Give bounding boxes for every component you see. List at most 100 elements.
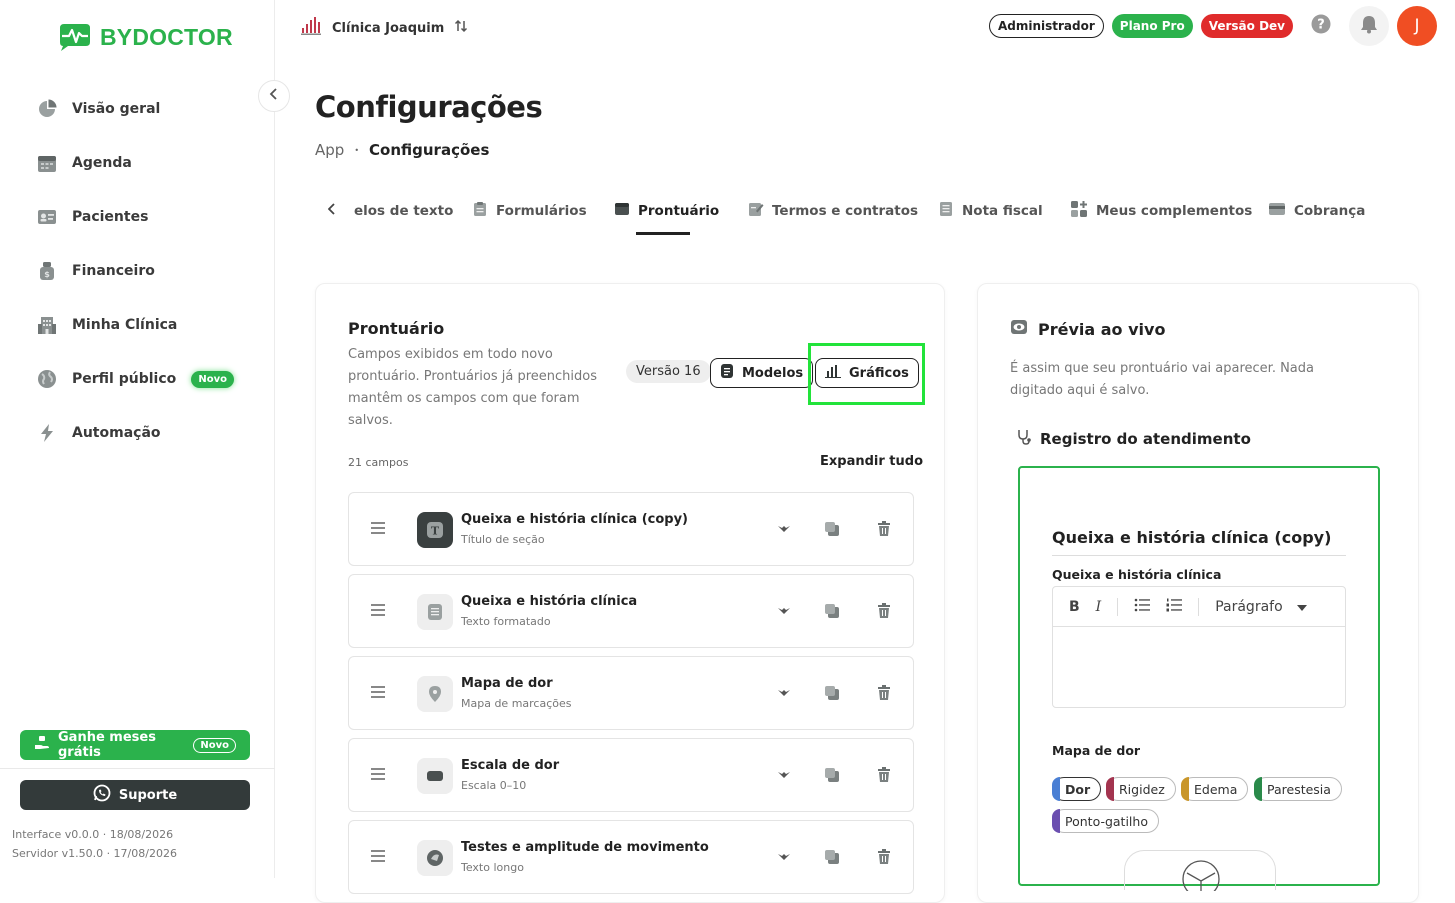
sidebar-item-minha-clinica[interactable]: Minha Clínica <box>36 298 256 352</box>
chevron-left-icon <box>269 88 279 104</box>
tab-formularios[interactable]: Formulários <box>472 196 587 226</box>
notifications-button[interactable] <box>1349 6 1389 46</box>
support-button[interactable]: Suporte <box>20 780 250 810</box>
numbered-list-icon[interactable] <box>1166 598 1183 616</box>
duplicate-icon[interactable] <box>823 520 841 538</box>
field-type: Texto formatado <box>461 615 551 628</box>
fields-count: 21 campos <box>348 456 409 469</box>
lightning-icon <box>36 422 58 444</box>
clinic-name: Clínica Joaquim <box>332 20 445 36</box>
svg-text:?: ? <box>1317 18 1325 33</box>
whatsapp-icon <box>93 784 111 806</box>
swap-arrows-icon <box>454 19 468 37</box>
field-row[interactable]: Escala de dor Escala 0–10 <box>348 738 914 812</box>
trash-icon[interactable] <box>875 684 893 702</box>
chip-color <box>1254 777 1262 801</box>
clinic-switcher[interactable]: Clínica Joaquim <box>300 16 468 40</box>
promo-free-months-button[interactable]: Ganhe meses grátis Novo <box>20 730 250 760</box>
help-button[interactable]: ? <box>1301 6 1341 46</box>
brand-name: BYDOCTOR <box>100 23 233 50</box>
tab-cobranca[interactable]: Cobrança <box>1268 196 1365 226</box>
tab-nota-fiscal[interactable]: Nota fiscal <box>938 196 1043 226</box>
field-row[interactable]: T Queixa e história clínica (copy) Títul… <box>348 492 914 566</box>
chip-label: Dor <box>1065 781 1091 797</box>
drag-handle-icon[interactable] <box>371 522 385 534</box>
tabs-scroll-left[interactable] <box>327 196 336 226</box>
tab-prontuario[interactable]: Prontuário <box>614 196 719 226</box>
duplicate-icon[interactable] <box>823 684 841 702</box>
field-row[interactable]: Testes e amplitude de movimento Texto lo… <box>348 820 914 894</box>
bullet-list-icon[interactable] <box>1134 598 1151 616</box>
trash-icon[interactable] <box>875 766 893 784</box>
drag-handle-icon[interactable] <box>371 604 385 616</box>
chip-color <box>1106 777 1114 801</box>
chip-dor[interactable]: Dor <box>1052 777 1102 801</box>
field-type: Escala 0–10 <box>461 779 527 792</box>
chip-parestesia[interactable]: Parestesia <box>1254 777 1342 801</box>
chip-color <box>1052 809 1060 833</box>
tab-label: Cobrança <box>1294 203 1366 219</box>
collapse-icon[interactable] <box>775 848 793 866</box>
chip-ponto-gatilho[interactable]: Ponto-gatilho <box>1052 809 1159 833</box>
duplicate-icon[interactable] <box>823 766 841 784</box>
trash-icon[interactable] <box>875 848 893 866</box>
tab-meus-complementos[interactable]: Meus complementos <box>1070 196 1252 226</box>
sidebar-item-visao-geral[interactable]: Visão geral <box>36 82 256 136</box>
chip-label: Parestesia <box>1267 781 1331 797</box>
chip-edema[interactable]: Edema <box>1181 777 1249 801</box>
field-row[interactable]: Queixa e história clínica Texto formatad… <box>348 574 914 648</box>
duplicate-icon[interactable] <box>823 602 841 620</box>
brand-logo[interactable]: BYDOCTOR <box>56 22 233 52</box>
models-button[interactable]: Modelos <box>710 358 814 388</box>
body-map[interactable] <box>1124 850 1276 898</box>
sidebar-item-label: Pacientes <box>72 209 149 225</box>
clinic-logo-icon <box>300 16 322 40</box>
collapse-icon[interactable] <box>775 684 793 702</box>
field-row[interactable]: Mapa de dor Mapa de marcações <box>348 656 914 730</box>
sidebar-item-perfil-publico[interactable]: Perfil público Novo <box>36 352 256 406</box>
italic-icon[interactable]: I <box>1096 599 1102 615</box>
plan-badge[interactable]: Plano Pro <box>1111 14 1193 38</box>
breadcrumb-current: Configurações <box>369 141 490 159</box>
user-avatar[interactable]: J <box>1397 6 1437 46</box>
collapse-icon[interactable] <box>775 520 793 538</box>
preview-subtitle: Registro do atendimento <box>1040 430 1251 448</box>
breadcrumb-app[interactable]: App <box>315 141 344 159</box>
sidebar-collapse-button[interactable] <box>258 80 290 112</box>
trash-icon[interactable] <box>875 602 893 620</box>
drag-handle-icon[interactable] <box>371 686 385 698</box>
svg-text:$: $ <box>44 270 50 279</box>
expand-all-button[interactable]: Expandir tudo <box>820 454 923 469</box>
tab-modelos-de-texto[interactable]: elos de texto <box>354 196 453 226</box>
id-card-icon <box>36 206 58 228</box>
paragraph-select-value: Parágrafo <box>1215 598 1283 615</box>
server-version: Servidor v1.50.0 · 17/08/2026 <box>12 847 177 860</box>
paragraph-select[interactable]: Parágrafo <box>1215 598 1307 615</box>
tab-label: Termos e contratos <box>772 203 919 219</box>
divider <box>1117 597 1119 616</box>
sidebar-item-label: Perfil público <box>72 371 177 387</box>
collapse-icon[interactable] <box>775 602 793 620</box>
divider <box>1198 597 1200 616</box>
tab-termos-e-contratos[interactable]: Termos e contratos <box>748 196 918 226</box>
drag-handle-icon[interactable] <box>371 850 385 862</box>
version-badge: Versão 16 <box>626 360 711 383</box>
sidebar-item-financeiro[interactable]: $ Financeiro <box>36 244 256 298</box>
tab-label: elos de texto <box>354 203 454 219</box>
environment-badge[interactable]: Versão Dev <box>1200 14 1293 38</box>
sidebar-item-automacao[interactable]: Automação <box>36 406 256 460</box>
trash-icon[interactable] <box>875 520 893 538</box>
field-name: Escala de dor <box>461 758 560 773</box>
role-badge[interactable]: Administrador <box>988 14 1104 38</box>
bold-icon[interactable]: B <box>1069 599 1080 615</box>
svg-text:T: T <box>431 525 440 538</box>
drag-handle-icon[interactable] <box>371 768 385 780</box>
sidebar-item-agenda[interactable]: Agenda <box>36 136 256 190</box>
duplicate-icon[interactable] <box>823 848 841 866</box>
sidebar-item-pacientes[interactable]: Pacientes <box>36 190 256 244</box>
collapse-icon[interactable] <box>775 766 793 784</box>
sidebar-item-label: Agenda <box>72 155 132 171</box>
rich-text-editor[interactable]: B I Parágrafo <box>1052 586 1346 708</box>
sidebar-item-label: Minha Clínica <box>72 317 178 333</box>
chip-rigidez[interactable]: Rigidez <box>1106 777 1176 801</box>
